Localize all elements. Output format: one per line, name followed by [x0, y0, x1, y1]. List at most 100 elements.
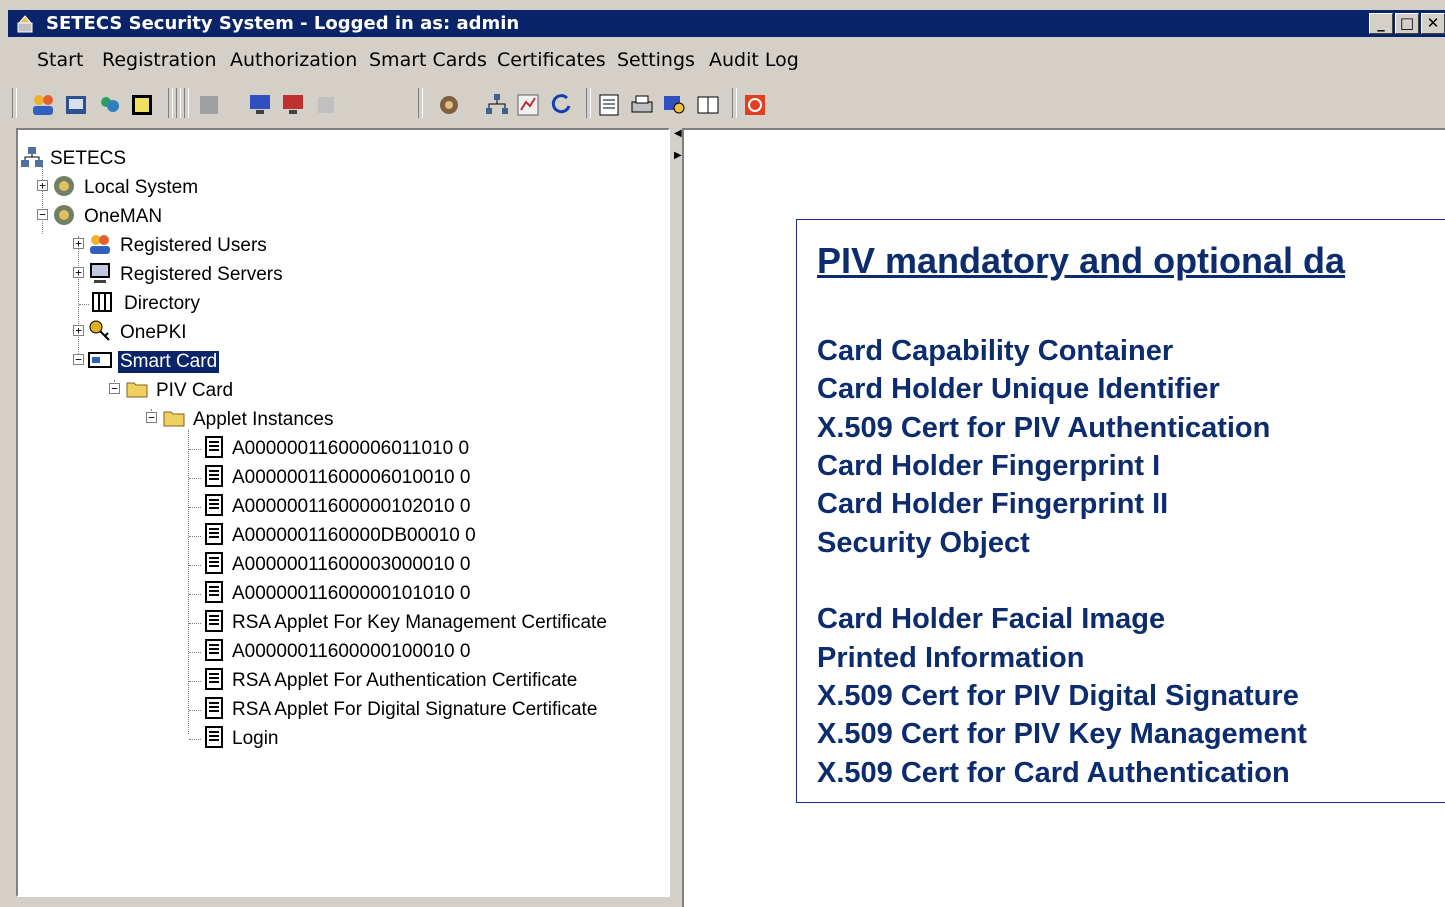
- tree-node-applet-instances[interactable]: Applet Instances: [193, 409, 333, 431]
- network-root-icon: [20, 145, 44, 169]
- expand-registered-servers[interactable]: +: [73, 267, 84, 278]
- collapse-right-arrow-icon[interactable]: ▶: [674, 150, 682, 161]
- monitor-red-icon[interactable]: [280, 92, 306, 118]
- menu-bar: Start Registration Authorization Smart C…: [8, 45, 1445, 75]
- key-icon[interactable]: [436, 92, 462, 118]
- menu-authorization[interactable]: Authorization: [230, 49, 357, 71]
- document-icon: [202, 522, 226, 546]
- book-icon[interactable]: [695, 92, 721, 118]
- log-icon[interactable]: [596, 92, 622, 118]
- document-icon: [202, 551, 226, 575]
- app-icon: [16, 15, 34, 33]
- network-icon[interactable]: [484, 92, 510, 118]
- title-bar[interactable]: SETECS Security System - Logged in as: a…: [8, 10, 1445, 37]
- collapse-piv-card[interactable]: −: [109, 383, 120, 394]
- mandatory-item: Card Capability Container: [817, 335, 1174, 367]
- menu-smart-cards[interactable]: Smart Cards: [369, 49, 487, 71]
- tree-node-applet[interactable]: A00000011600000102010 0: [232, 496, 470, 518]
- tree-node-registered-servers[interactable]: Registered Servers: [120, 264, 283, 286]
- mandatory-item: X.509 Cert for PIV Authentication: [817, 412, 1271, 444]
- print-icon[interactable]: [629, 92, 655, 118]
- chart-icon[interactable]: [515, 92, 541, 118]
- menu-audit-log[interactable]: Audit Log: [709, 49, 799, 71]
- collapse-left-arrow-icon[interactable]: ◀: [674, 128, 682, 139]
- document-icon: [202, 725, 226, 749]
- collapse-oneman[interactable]: −: [37, 209, 48, 220]
- pane-splitter[interactable]: ◀ ▶: [672, 128, 682, 907]
- tree-node-onepki[interactable]: OnePKI: [120, 322, 187, 344]
- tree-node-applet[interactable]: A00000011600003000010 0: [232, 554, 470, 576]
- menu-settings[interactable]: Settings: [617, 49, 695, 71]
- menu-start[interactable]: Start: [37, 49, 83, 71]
- optional-item: Printed Information: [817, 642, 1085, 674]
- disabled-icon-2[interactable]: [313, 92, 339, 118]
- info-panel: PIV mandatory and optional da Card Capab…: [796, 219, 1445, 803]
- tree-node-applet[interactable]: A00000011600000100010 0: [232, 641, 470, 663]
- group-icon[interactable]: [96, 92, 122, 118]
- tree-node-applet[interactable]: A0000001160000DB00010 0: [232, 525, 476, 547]
- expand-local-system[interactable]: +: [37, 180, 48, 191]
- mandatory-item: Card Holder Fingerprint I: [817, 450, 1161, 482]
- document-icon: [202, 638, 226, 662]
- toolbar-grip: [12, 88, 17, 118]
- expand-registered-users[interactable]: +: [73, 238, 84, 249]
- tree-pane[interactable]: SETECS + Local System − OneMAN + Registe…: [16, 128, 670, 897]
- tree-node-applet[interactable]: RSA Applet For Digital Signature Certifi…: [232, 699, 597, 721]
- tree-node-directory[interactable]: Directory: [124, 293, 200, 315]
- folder-open-icon: [125, 377, 149, 401]
- users-icon: [88, 232, 112, 256]
- tree-node-oneman[interactable]: OneMAN: [84, 206, 162, 228]
- users-icon[interactable]: [30, 92, 56, 118]
- tree-node-piv-card[interactable]: PIV Card: [156, 380, 233, 402]
- smart-card-icon: [88, 348, 112, 372]
- mandatory-item: Security Object: [817, 527, 1030, 559]
- document-icon: [202, 493, 226, 517]
- card-icon[interactable]: [129, 92, 155, 118]
- close-button[interactable]: ✕: [1421, 13, 1445, 34]
- document-icon: [202, 435, 226, 459]
- optional-item: X.509 Cert for PIV Digital Signature: [817, 680, 1299, 712]
- search-icon[interactable]: [662, 92, 688, 118]
- collapse-applet-instances[interactable]: −: [146, 412, 157, 423]
- expand-onepki[interactable]: +: [73, 325, 84, 336]
- document-icon: [202, 464, 226, 488]
- window-title: SETECS Security System - Logged in as: a…: [46, 13, 520, 34]
- document-icon: [202, 667, 226, 691]
- minimize-button[interactable]: _: [1369, 13, 1393, 34]
- refresh-icon[interactable]: [548, 92, 574, 118]
- tree-node-local-system[interactable]: Local System: [84, 177, 198, 199]
- mandatory-item: Card Holder Fingerprint II: [817, 488, 1169, 520]
- tree-node-smart-card[interactable]: Smart Card: [118, 351, 220, 373]
- tree-node-registered-users[interactable]: Registered Users: [120, 235, 267, 257]
- document-icon: [202, 580, 226, 604]
- optional-item: X.509 Cert for PIV Key Management: [817, 718, 1307, 750]
- tree-node-setecs[interactable]: SETECS: [50, 148, 126, 170]
- system-icon: [52, 203, 76, 227]
- tree-node-applet[interactable]: A00000011600000101010 0: [232, 583, 470, 605]
- document-icon: [202, 696, 226, 720]
- tree-node-applet[interactable]: A00000011600006010010 0: [232, 467, 470, 489]
- collapse-smart-card[interactable]: −: [73, 354, 84, 365]
- tree-node-login[interactable]: Login: [232, 728, 279, 750]
- key-icon: [88, 319, 112, 343]
- toolbar: [8, 80, 1445, 130]
- optional-item: Card Holder Facial Image: [817, 603, 1166, 635]
- system-icon: [52, 174, 76, 198]
- directory-icon: [90, 290, 114, 314]
- power-icon[interactable]: [742, 92, 768, 118]
- registration-icon[interactable]: [63, 92, 89, 118]
- monitor-icon[interactable]: [247, 92, 273, 118]
- disabled-icon[interactable]: [196, 92, 222, 118]
- info-title: PIV mandatory and optional da: [817, 240, 1346, 281]
- tree-node-applet[interactable]: RSA Applet For Authentication Certificat…: [232, 670, 577, 692]
- document-icon: [202, 609, 226, 633]
- menu-certificates[interactable]: Certificates: [497, 49, 606, 71]
- tree-node-applet[interactable]: RSA Applet For Key Management Certificat…: [232, 612, 607, 634]
- monitor-icon: [88, 261, 112, 285]
- mandatory-item: Card Holder Unique Identifier: [817, 373, 1220, 405]
- maximize-button[interactable]: □: [1395, 13, 1419, 34]
- menu-registration[interactable]: Registration: [102, 49, 217, 71]
- tree-node-applet[interactable]: A00000011600006011010 0: [232, 438, 469, 460]
- folder-open-icon: [162, 406, 186, 430]
- optional-item: X.509 Cert for Card Authentication: [817, 757, 1290, 789]
